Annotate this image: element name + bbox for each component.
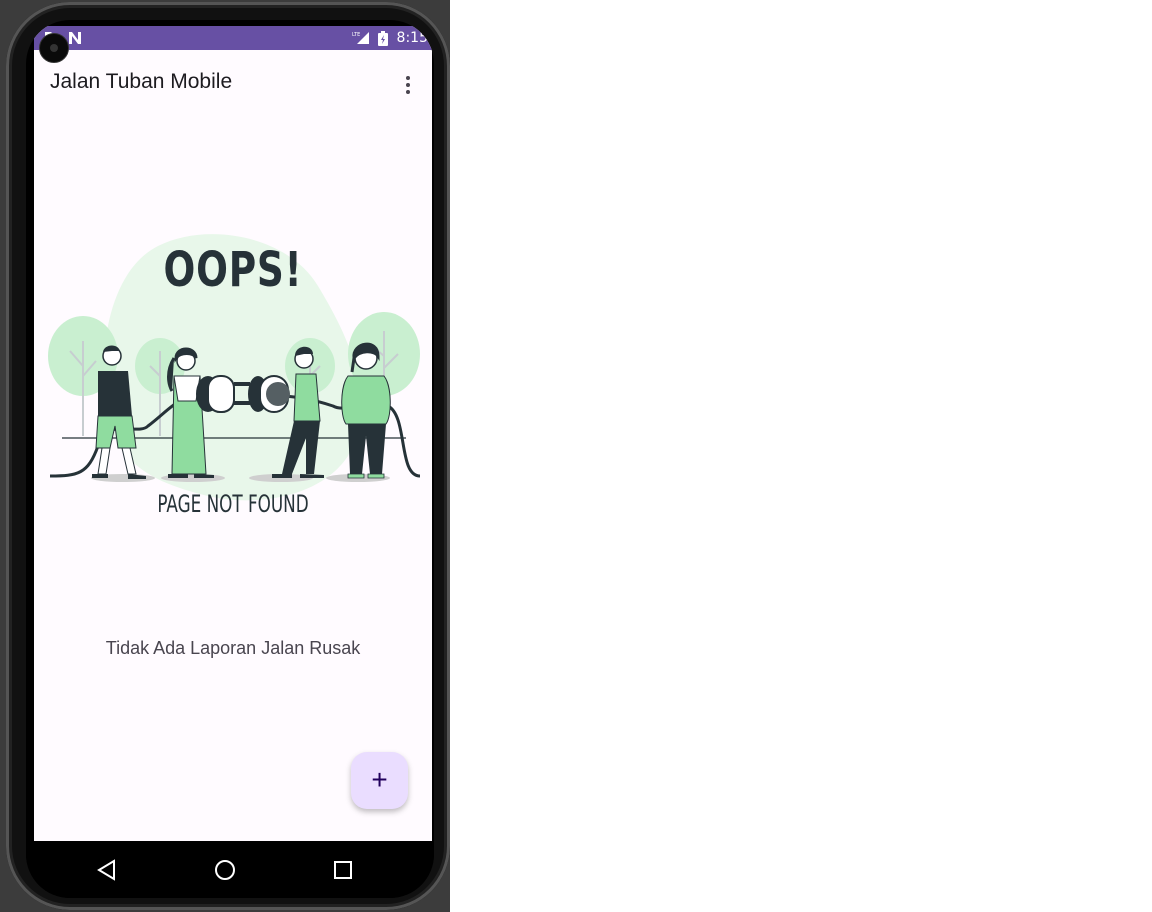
recents-button[interactable]: [328, 855, 358, 885]
system-nav-bar: [26, 841, 434, 898]
lte-signal-icon: LTE: [352, 31, 370, 50]
top-app-bar: Jalan Tuban Mobile: [34, 50, 432, 106]
lte-label: LTE: [352, 32, 360, 38]
back-icon: [97, 859, 115, 881]
app-title: Jalan Tuban Mobile: [50, 70, 233, 93]
oops-heading: OOPS!: [163, 242, 303, 298]
notification-n-icon: [68, 31, 82, 50]
home-button[interactable]: [210, 855, 240, 885]
front-camera: [39, 33, 69, 63]
recents-icon: [334, 861, 352, 879]
add-report-fab[interactable]: +: [351, 752, 408, 809]
empty-state-message: Tidak Ada Laporan Jalan Rusak: [105, 638, 361, 658]
status-bar: LTE 8:15: [34, 26, 432, 50]
phone-bezel: LTE 8:15 Jalan Tuban Mobile OOPS! PAGE N…: [26, 20, 434, 898]
battery-charging-icon: [378, 31, 388, 51]
back-button[interactable]: [92, 855, 122, 885]
home-icon: [215, 860, 235, 880]
page-not-found-label: PAGE NOT FOUND: [157, 490, 309, 518]
app-screen: LTE 8:15 Jalan Tuban Mobile OOPS! PAGE N…: [34, 26, 432, 841]
phone-frame: LTE 8:15 Jalan Tuban Mobile OOPS! PAGE N…: [6, 2, 450, 910]
status-time: 8:15: [396, 30, 428, 46]
more-options-button[interactable]: [398, 74, 418, 98]
add-icon: +: [371, 764, 388, 795]
